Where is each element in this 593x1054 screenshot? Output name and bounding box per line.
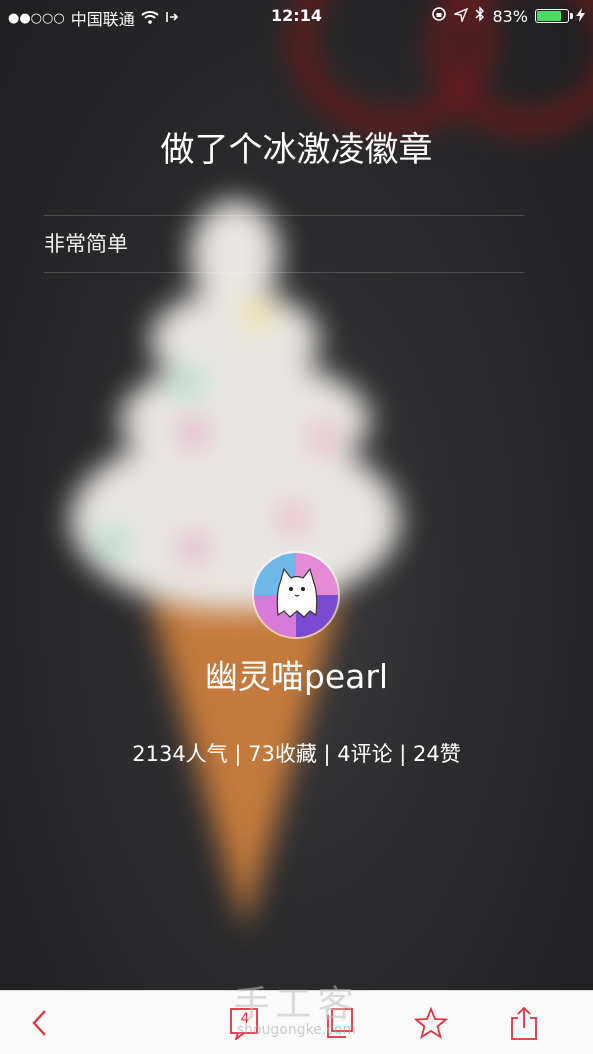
charging-icon bbox=[576, 7, 585, 26]
share-button[interactable] bbox=[494, 991, 554, 1054]
copy-button[interactable] bbox=[310, 991, 370, 1054]
location-icon bbox=[452, 7, 469, 26]
rotation-lock-icon bbox=[431, 6, 447, 26]
comment-button[interactable]: 4 bbox=[215, 991, 275, 1054]
bottom-toolbar: 4 bbox=[0, 990, 593, 1054]
bluetooth-icon bbox=[475, 6, 485, 26]
divider bbox=[44, 272, 524, 273]
status-bar: ●●○○○ 中国联通 12:14 83% bbox=[0, 0, 593, 32]
battery-icon bbox=[535, 9, 573, 23]
post-stats: 2134人气 | 73收藏 | 4评论 | 24赞 bbox=[132, 742, 461, 766]
author-name[interactable]: 幽灵喵pearl bbox=[0, 650, 593, 698]
comment-count: 4 bbox=[240, 1011, 250, 1027]
ghost-cat-icon bbox=[276, 567, 318, 618]
post-description: 非常简单 bbox=[44, 232, 128, 256]
divider bbox=[44, 215, 524, 216]
back-button[interactable] bbox=[10, 991, 70, 1054]
author-avatar[interactable] bbox=[252, 551, 340, 639]
back-icon bbox=[32, 1010, 46, 1036]
favorite-button[interactable] bbox=[401, 991, 461, 1054]
battery-percentage: 83% bbox=[492, 6, 528, 26]
screen: ●●○○○ 中国联通 12:14 83% 做了个冰激凌徽章 非常简单 幽灵喵pe… bbox=[0, 0, 593, 1054]
star-icon bbox=[414, 1006, 448, 1040]
share-icon bbox=[511, 1006, 537, 1040]
post-title: 做了个冰激凌徽章 bbox=[160, 130, 433, 170]
copy-icon bbox=[327, 1008, 353, 1038]
